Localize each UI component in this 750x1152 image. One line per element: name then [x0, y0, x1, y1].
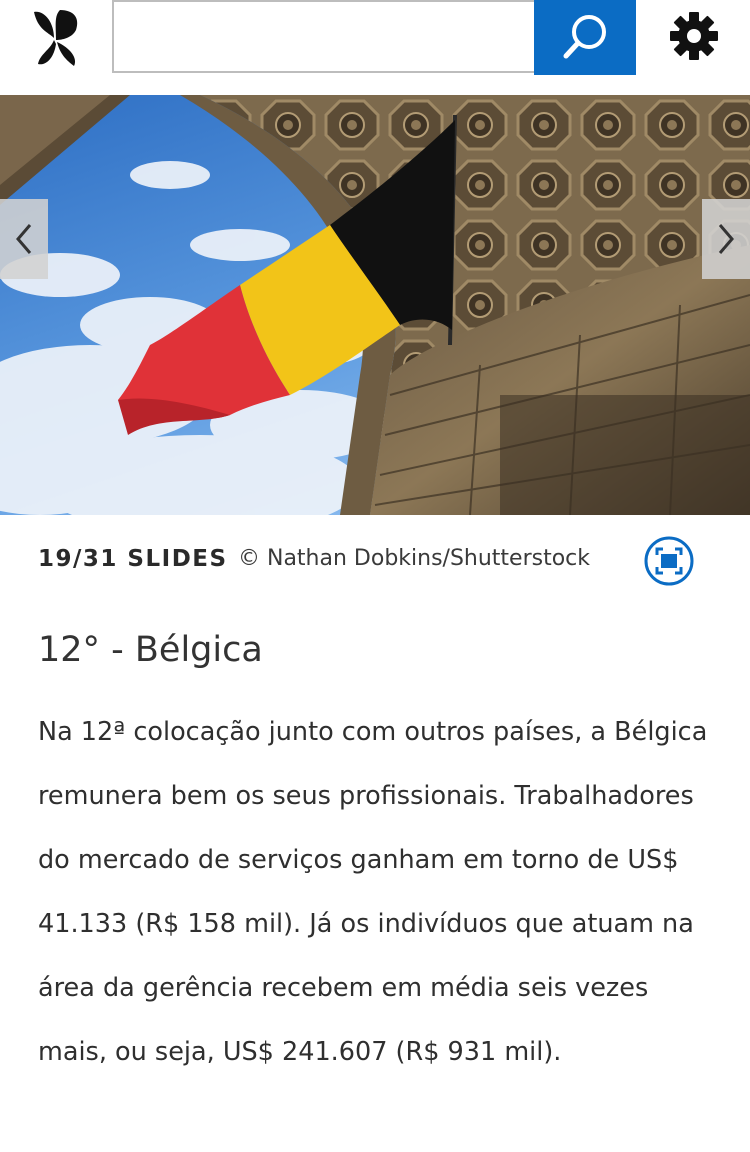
previous-slide-button[interactable] [0, 199, 48, 279]
top-bar [0, 0, 750, 95]
fullscreen-icon[interactable] [644, 536, 694, 586]
slide-counter: 19/31 SLIDES [38, 546, 228, 572]
slide-title: 12° - Bélgica [38, 630, 263, 670]
photo-credit: © Nathan Dobkins/Shutterstock [238, 546, 591, 571]
search-box [112, 0, 636, 75]
slide-description: Na 12ª colocação junto com outros países… [38, 717, 708, 1067]
search-input[interactable] [114, 2, 536, 71]
next-slide-button[interactable] [702, 199, 750, 279]
butterfly-logo-icon[interactable] [30, 8, 82, 70]
gear-icon[interactable] [668, 10, 720, 62]
slide-image[interactable] [0, 95, 750, 515]
slide-photo [0, 95, 750, 515]
search-button[interactable] [534, 0, 636, 75]
search-icon [563, 14, 606, 58]
chevron-left-icon [16, 224, 32, 254]
slide-caption: 19/31 SLIDES © Nathan Dobkins/Shuttersto… [38, 536, 718, 586]
chevron-right-icon [718, 224, 734, 254]
